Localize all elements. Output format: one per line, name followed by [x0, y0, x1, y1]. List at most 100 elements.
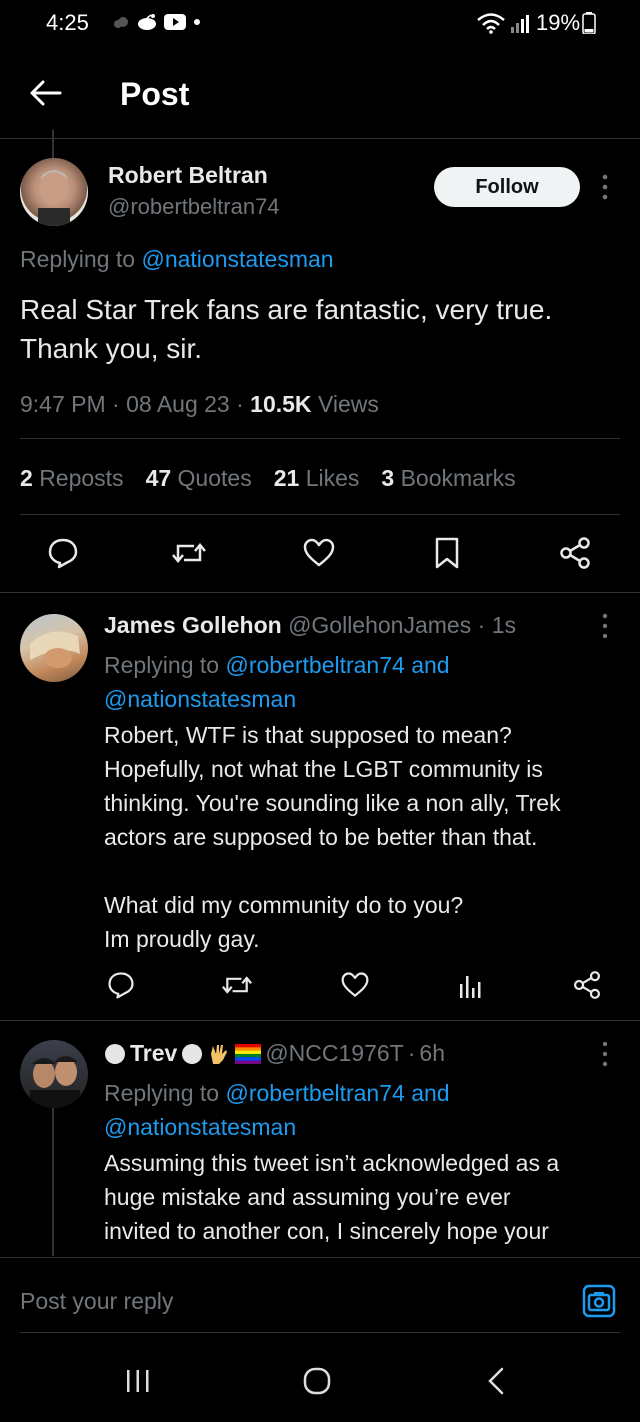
page-title: Post	[120, 76, 190, 112]
post-text-line: Real Star Trek fans are fantastic, very …	[20, 294, 553, 325]
reply-avatar[interactable]	[20, 614, 88, 682]
stats-divider	[20, 514, 620, 515]
reply-repost-button[interactable]	[220, 970, 254, 1000]
post-date: 08 Aug 23	[126, 391, 230, 417]
reply-header: Trev @NCC1976T · 6h	[104, 1040, 445, 1067]
replying-prefix: Replying to	[20, 246, 136, 272]
status-notification-icons	[112, 12, 202, 32]
share-icon	[558, 536, 592, 570]
youtube-icon	[164, 13, 186, 31]
battery-icon	[582, 12, 596, 34]
replying-to-link[interactable]: @nationstatesman	[141, 246, 333, 272]
author-avatar[interactable]	[20, 158, 88, 226]
reply-author-name[interactable]: James Gollehon	[104, 612, 282, 638]
repost-button[interactable]	[170, 536, 208, 570]
reply-text-line: Im proudly gay.	[104, 926, 260, 952]
reply-more-button[interactable]	[600, 612, 610, 640]
battery-percentage: 19%	[536, 10, 581, 35]
bookmark-icon	[432, 536, 462, 570]
replying-to-link[interactable]: @robertbeltran74	[225, 1080, 404, 1106]
header-divider	[0, 138, 640, 139]
follow-button[interactable]: Follow	[434, 167, 580, 207]
reply-text: Robert, WTF is that supposed to mean? Ho…	[104, 718, 561, 956]
vertical-dots-icon	[600, 1040, 610, 1068]
camera-button[interactable]	[582, 1284, 616, 1318]
vulcan-salute-emoji-icon	[207, 1042, 231, 1066]
reply-like-button[interactable]	[340, 970, 370, 1000]
white-circle-emoji-icon	[181, 1043, 203, 1065]
meta-divider	[20, 438, 620, 439]
vertical-dots-icon	[600, 612, 610, 640]
reply-replying-to: Replying to @robertbeltran74 and @nation…	[104, 652, 450, 712]
replying-to-link[interactable]: @nationstatesman	[104, 686, 296, 712]
back-button[interactable]	[28, 78, 68, 110]
home-circle-icon	[302, 1366, 332, 1396]
reddit-icon	[136, 12, 158, 32]
arrow-left-icon	[28, 78, 68, 108]
like-button[interactable]	[302, 536, 336, 570]
reply-text-line: Assuming this tweet isn’t acknowledged a…	[104, 1150, 560, 1176]
reply-text-line: Hopefully, not what the LGBT community i…	[104, 756, 543, 782]
reply-author-handle[interactable]: @NCC1976T	[265, 1040, 403, 1067]
stat-bookmarks[interactable]: 3 Bookmarks	[381, 465, 515, 492]
reply-divider	[0, 1020, 640, 1021]
dot-icon	[192, 17, 202, 27]
status-time: 4:25	[46, 10, 89, 35]
reply-avatar[interactable]	[20, 1040, 88, 1108]
post-stats: 2 Reposts 47 Quotes 21 Likes 3 Bookmarks	[20, 465, 516, 492]
comment-icon	[106, 970, 136, 1000]
signal-icon	[510, 13, 532, 33]
nav-divider	[20, 1332, 620, 1333]
thread-connector-line	[52, 1108, 54, 1258]
reply-views-button[interactable]	[456, 970, 486, 1000]
reply-more-button[interactable]	[600, 1040, 610, 1068]
thread-connector-line	[52, 130, 54, 158]
reply-comment-button[interactable]	[106, 970, 136, 1000]
author-name[interactable]: Robert Beltran	[108, 162, 268, 189]
reply-text-line: huge mistake and assuming you’re ever	[104, 1184, 511, 1210]
home-button[interactable]	[302, 1366, 332, 1396]
status-connectivity-icons	[476, 12, 532, 34]
recents-icon	[124, 1366, 152, 1396]
share-icon	[572, 970, 602, 1000]
stat-reposts[interactable]: 2 Reposts	[20, 465, 124, 492]
replying-to-link[interactable]: @robertbeltran74	[225, 652, 404, 678]
replying-to-link[interactable]: @nationstatesman	[104, 1114, 296, 1140]
reply-header: James Gollehon @GollehonJames · 1s	[104, 612, 516, 638]
system-back-button[interactable]	[484, 1366, 508, 1396]
vertical-dots-icon	[600, 172, 610, 202]
heart-icon	[302, 536, 336, 570]
reply-age: 6h	[419, 1040, 445, 1066]
stat-quotes[interactable]: 47 Quotes	[146, 465, 252, 492]
bookmark-button[interactable]	[432, 536, 462, 570]
reply-button[interactable]	[46, 536, 80, 570]
reply-author-name[interactable]: Trev	[130, 1040, 177, 1067]
comment-icon	[46, 536, 80, 570]
chevron-left-icon	[484, 1366, 508, 1396]
share-button[interactable]	[558, 536, 592, 570]
reply-input[interactable]: Post your reply	[20, 1288, 173, 1315]
post-text-line: Thank you, sir.	[20, 333, 203, 364]
more-options-button[interactable]	[600, 172, 610, 202]
reply-text-line	[104, 854, 561, 888]
reply-replying-to: Replying to @robertbeltran74 and @nation…	[104, 1080, 450, 1140]
rainbow-flag-emoji-icon	[235, 1043, 262, 1064]
stat-likes[interactable]: 21 Likes	[274, 465, 360, 492]
post-text: Real Star Trek fans are fantastic, very …	[20, 290, 552, 368]
camera-icon	[582, 1284, 616, 1318]
author-handle[interactable]: @robertbeltran74	[108, 194, 280, 220]
reply-age: 1s	[491, 612, 516, 638]
bottom-panel	[0, 1256, 640, 1422]
post-time: 9:47 PM	[20, 391, 106, 417]
reply-text: Assuming this tweet isn’t acknowledged a…	[104, 1146, 559, 1248]
reply-author-handle[interactable]: @GollehonJames	[288, 612, 471, 638]
reply-share-button[interactable]	[572, 970, 602, 1000]
wifi-icon	[476, 12, 506, 34]
reply-text-line: invited to another con, I sincerely hope…	[104, 1218, 549, 1244]
reply-text-line: actors are supposed to be better than th…	[104, 824, 538, 850]
heart-icon	[340, 970, 370, 1000]
reply-text-line: What did my community do to you?	[104, 892, 464, 918]
recent-apps-button[interactable]	[124, 1366, 152, 1396]
reply-text-line: Robert, WTF is that supposed to mean?	[104, 722, 512, 748]
views-label: Views	[317, 391, 379, 417]
